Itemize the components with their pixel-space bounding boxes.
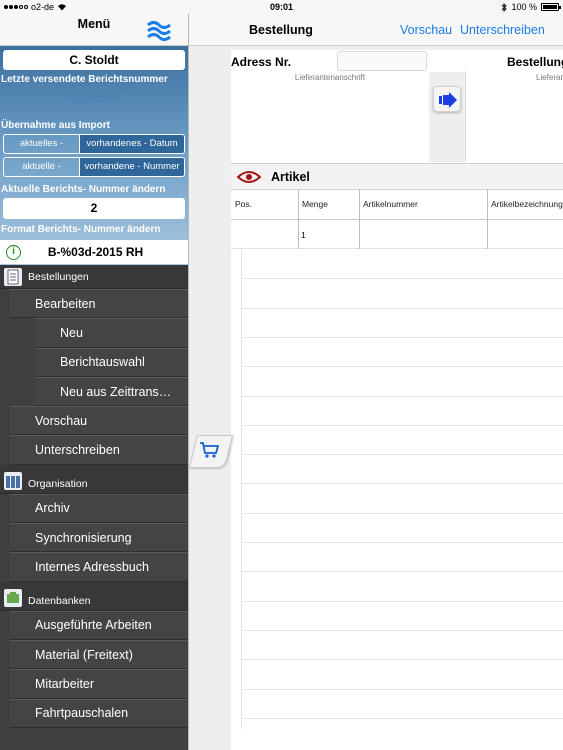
delivery-address-box[interactable]: Lieferan: [465, 71, 563, 161]
change-format-label: Format Berichts- Nummer ändern: [1, 224, 161, 235]
battery-percent: 100 %: [511, 2, 537, 12]
segment-existing-date[interactable]: vorhandenes - Datum: [80, 135, 184, 153]
import-number-segment[interactable]: aktuelle - vorhandene - Nummer: [3, 157, 185, 177]
database-icon: [4, 588, 22, 607]
last-report-number: Nummer: [67, 91, 121, 106]
row-menge: 1: [301, 230, 306, 240]
table-row[interactable]: 1: [231, 220, 563, 249]
table-grid-line: [241, 688, 563, 690]
report-settings-panel: C. Stoldt Letzte versendete Berichtsnumm…: [0, 46, 188, 265]
section-organisation-label: Organisation: [28, 477, 88, 490]
eye-icon[interactable]: [237, 170, 261, 184]
sidebar-menu: Bestellungen Bearbeiten Neu Berichtauswa…: [0, 265, 188, 728]
column-artikelnummer: Artikelnummer: [363, 199, 418, 209]
table-grid-line: [241, 395, 563, 397]
sidebar-header: Menü: [0, 14, 188, 46]
menu-item-edit[interactable]: Bearbeiten: [10, 289, 188, 319]
table-grid-line: [241, 571, 563, 573]
segment-existing-number[interactable]: vorhandene - Nummer: [80, 158, 184, 176]
table-grid-line: [241, 659, 563, 661]
table-header: Pos. Menge Artikelnummer Artikelbezeichn…: [231, 190, 563, 220]
format-field[interactable]: i B-%03d-2015 RH: [0, 240, 188, 264]
section-databases-label: Datenbanken: [28, 594, 91, 607]
import-date-segment[interactable]: aktuelles - vorhandenes - Datum: [3, 134, 185, 154]
main-content: Bestellung Vorschau Unterschreiben Adres…: [188, 14, 563, 750]
column-artikelbezeichnung: Artikelbezeichnung: [491, 199, 563, 209]
articles-table: Pos. Menge Artikelnummer Artikelbezeichn…: [231, 190, 563, 729]
table-grid-line: [241, 600, 563, 602]
last-report-label: Letzte versendete Berichtsnummer: [1, 74, 168, 85]
menu-item-sync[interactable]: Synchronisierung: [10, 523, 188, 553]
table-grid-line: [241, 336, 563, 338]
menu-item-sign[interactable]: Unterschreiben: [10, 435, 188, 465]
table-grid-line: [241, 307, 563, 309]
page-title: Bestellung: [249, 23, 313, 37]
shopping-cart-icon[interactable]: [199, 440, 221, 460]
sign-button[interactable]: Unterschreiben: [460, 23, 545, 37]
format-value: B-%03d-2015 RH: [47, 245, 144, 259]
table-grid-line: [241, 454, 563, 456]
change-number-label: Aktuelle Berichts- Nummer ändern: [1, 184, 166, 195]
app-logo-icon: [147, 21, 171, 41]
document-icon: [4, 267, 22, 286]
address-number-label: Adress Nr.: [231, 55, 292, 69]
column-pos: Pos.: [235, 199, 253, 209]
preview-button[interactable]: Vorschau: [400, 23, 452, 37]
address-number-field[interactable]: [337, 51, 427, 71]
section-orders: Bestellungen: [0, 265, 188, 289]
table-grid-line: [241, 717, 563, 719]
copy-address-button[interactable]: [433, 86, 461, 112]
menu-item-report-selection[interactable]: Berichtauswahl: [35, 347, 188, 377]
import-label: Übernahme aus Import: [1, 120, 110, 131]
order-number-label: Bestellung: [507, 55, 563, 69]
status-bar: o2-de 09:01 100 %: [0, 0, 563, 14]
menu-item-staff[interactable]: Mitarbeiter: [10, 669, 188, 699]
bluetooth-icon: [502, 2, 508, 12]
segment-current-number[interactable]: aktuelle -: [4, 158, 80, 176]
supplier-address-box[interactable]: Lieferantenanschrift: [231, 71, 429, 161]
table-grid-line: [241, 366, 563, 368]
menu-item-work-done[interactable]: Ausgeführte Arbeiten: [10, 610, 188, 640]
table-grid-line: [241, 542, 563, 543]
menu-item-travel[interactable]: Fahrtpauschalen: [10, 698, 188, 728]
forward-arrow-icon: [439, 92, 457, 108]
section-organisation: Organisation: [0, 464, 188, 494]
clock: 09:01: [269, 2, 294, 12]
current-number-field[interactable]: 2: [3, 198, 185, 219]
delivery-address-caption: Lieferan: [536, 73, 563, 82]
table-grid-line: [241, 629, 563, 631]
table-grid-line: [241, 278, 563, 280]
articles-title: Artikel: [271, 170, 310, 184]
column-menge: Menge: [302, 199, 328, 209]
menu-item-address-book[interactable]: Internes Adressbuch: [10, 552, 188, 582]
menu-item-material[interactable]: Material (Freitext): [10, 639, 188, 670]
menu-item-new[interactable]: Neu: [35, 318, 188, 348]
section-orders-label: Bestellungen: [28, 270, 89, 283]
user-name[interactable]: C. Stoldt: [3, 50, 185, 70]
binders-icon: [4, 471, 22, 490]
navigation-bar: Bestellung Vorschau Unterschreiben: [189, 14, 563, 46]
table-grid-line: [241, 424, 563, 426]
segment-current-date[interactable]: aktuelles -: [4, 135, 80, 153]
table-grid-line: [241, 512, 563, 514]
articles-header: Artikel: [231, 163, 563, 190]
order-form: Adress Nr. Bestellung Lieferantenanschri…: [231, 50, 563, 750]
info-icon[interactable]: i: [6, 244, 21, 260]
section-databases: Datenbanken: [0, 581, 188, 611]
battery-icon: [541, 3, 561, 11]
table-grid-line: [241, 483, 563, 485]
menu-item-archive[interactable]: Archiv: [10, 493, 188, 524]
sidebar: Menü C. Stoldt Letzte versendete Bericht…: [0, 14, 188, 750]
menu-item-preview[interactable]: Vorschau: [10, 406, 188, 436]
supplier-address-caption: Lieferantenanschrift: [294, 73, 366, 82]
menu-item-new-from-time[interactable]: Neu aus Zeittrans…: [35, 376, 188, 407]
